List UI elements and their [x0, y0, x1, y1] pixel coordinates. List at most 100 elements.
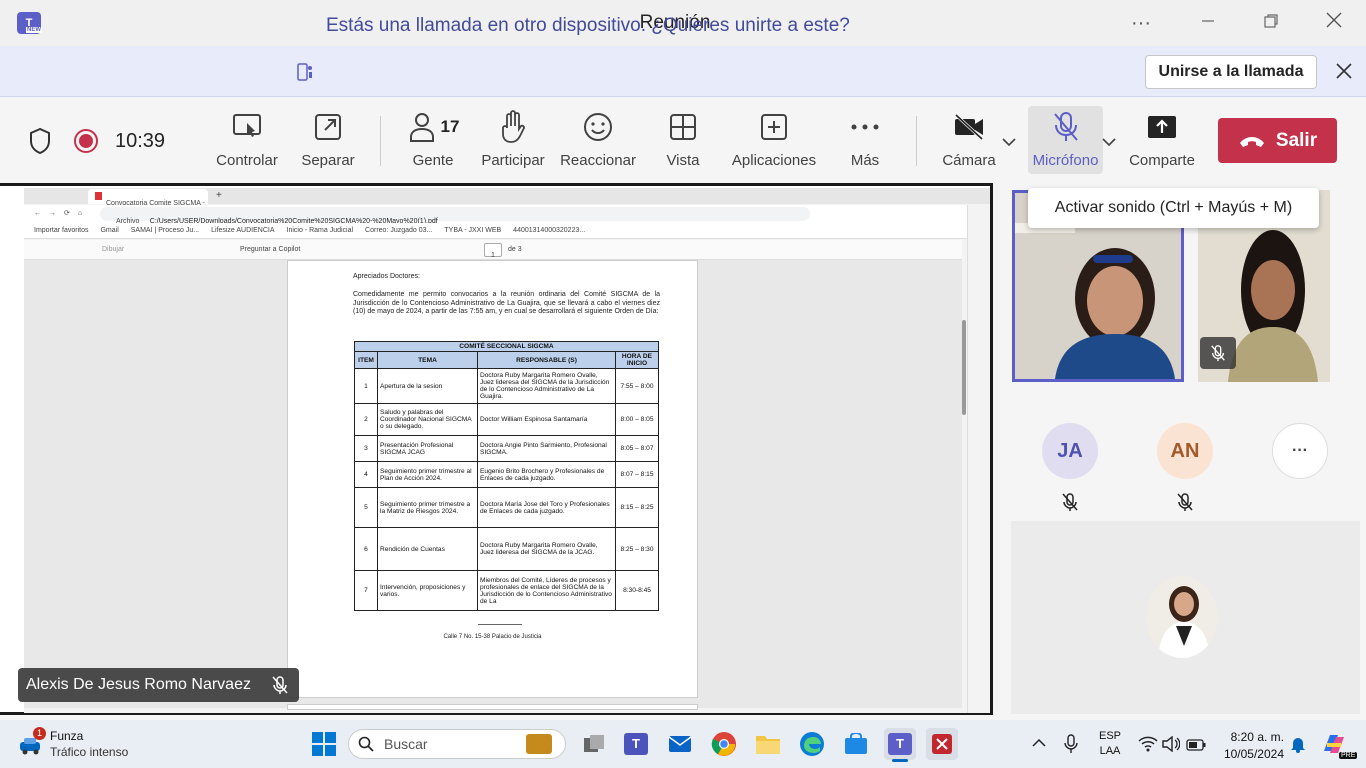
react-button[interactable]: Reaccionar [558, 108, 638, 169]
bookmark-item[interactable]: Lifesize AUDIENCIA [211, 227, 274, 234]
more-options-icon[interactable]: ··· [1121, 8, 1161, 38]
more-button[interactable]: Más [840, 108, 890, 169]
mail-icon [668, 736, 692, 752]
react-label: Reaccionar [560, 152, 636, 169]
restore-icon [1264, 14, 1278, 28]
file-explorer-button[interactable] [752, 728, 784, 760]
leave-label: Salir [1275, 129, 1318, 151]
mail-app-button[interactable] [664, 728, 696, 760]
browser-tab[interactable]: Convocatoria Comite SIGCMA - I [88, 189, 208, 225]
clock-date: 10/05/2024 [1223, 747, 1284, 761]
teams-new-app-button[interactable]: T [884, 728, 916, 760]
clock-time: 8:20 a. m. [1230, 730, 1284, 744]
minimize-button[interactable] [1188, 8, 1228, 38]
ask-copilot-button[interactable]: Preguntar a Copilot [240, 246, 300, 253]
camera-button[interactable]: Cámara [940, 108, 998, 169]
footer-line [478, 624, 522, 625]
share-button[interactable]: Comparte [1124, 108, 1200, 169]
grid-icon [658, 108, 708, 146]
bookmark-item[interactable]: Correo: Juzgado 03... [365, 227, 432, 234]
wifi-icon[interactable] [1138, 736, 1158, 757]
battery-icon[interactable] [1186, 738, 1206, 756]
start-button[interactable] [308, 728, 340, 760]
clock[interactable]: 8:20 a. m. 10/05/2024 [1214, 730, 1284, 761]
microphone-tray-icon[interactable] [1063, 734, 1079, 759]
edge-app-button[interactable] [796, 728, 828, 760]
popout-button[interactable]: Separar [298, 108, 358, 169]
restore-button[interactable] [1251, 8, 1291, 38]
bookmark-item[interactable]: SAMAI | Proceso Ju... [131, 227, 199, 234]
agenda-table: COMITÉ SECCIONAL SIGCMA ITEM TEMA RESPON… [354, 341, 659, 611]
doc-greeting: Apreciados Doctores: [353, 273, 420, 280]
page-number-input[interactable]: 1 [484, 243, 502, 259]
table-cell: 6 [354, 527, 378, 571]
browser-sidebar [967, 205, 990, 713]
new-tab-icon[interactable]: + [216, 190, 222, 201]
camera-label: Cámara [942, 152, 996, 169]
avatar-ja[interactable]: JA [1042, 423, 1098, 479]
table-cell: Saludo y palabras del Coordinador Nacion… [377, 403, 478, 436]
chrome-app-button[interactable] [708, 728, 740, 760]
avatar-an[interactable]: AN [1157, 423, 1213, 479]
view-button[interactable]: Vista [658, 108, 708, 169]
join-call-button[interactable]: Unirse a la llamada [1145, 55, 1317, 89]
bookmark-item[interactable]: TYBA - JXXI WEB [444, 227, 501, 234]
dismiss-banner-button[interactable] [1334, 61, 1354, 86]
language-indicator[interactable]: ESP LAA [1097, 730, 1123, 757]
camera-options-chevron-icon[interactable] [1001, 134, 1017, 152]
banner-message: Estás una llamada en otro dispositivo. ¿… [326, 15, 850, 36]
mic-options-chevron-icon[interactable] [1101, 134, 1117, 152]
pdf-icon [95, 192, 102, 200]
table-row: 2 Saludo y palabras del Coordinador Naci… [354, 403, 659, 436]
notifications-bell-icon[interactable] [1290, 735, 1306, 758]
table-row: 3 Presentación Profesional SIGCMA JCAG D… [354, 435, 659, 462]
table-title: COMITÉ SECCIONAL SIGCMA [354, 341, 659, 352]
weather-title[interactable]: Funza [50, 729, 83, 743]
table-cell: Presentación Profesional SIGCMA JCAG [377, 435, 478, 462]
folder-icon [756, 736, 780, 754]
doc-intro: Comedidamente me permito convocarios a l… [353, 291, 660, 315]
url-field[interactable]: Archivo C:/Users/USER/Downloads/Convocat… [100, 207, 810, 225]
people-button[interactable]: 17 Gente [403, 108, 463, 169]
toolbar-divider [916, 116, 917, 166]
apps-label: Aplicaciones [731, 152, 817, 169]
page-count: de 3 [508, 246, 522, 253]
bookmark-item[interactable]: 44001314000320223... [513, 227, 585, 234]
bookmark-item[interactable]: Inicio - Rama Judicial [287, 227, 354, 234]
shield-icon [28, 127, 52, 160]
teams-icon: T [888, 733, 912, 755]
apps-button[interactable]: Aplicaciones [727, 108, 821, 169]
more-participants-button[interactable]: ··· [1272, 423, 1328, 479]
store-icon [845, 733, 867, 754]
task-view-button[interactable] [578, 728, 610, 760]
language-code: ESP [1098, 730, 1121, 742]
leave-button[interactable]: Salir [1218, 118, 1337, 163]
table-cell: 8:07 – 8:15 [615, 461, 659, 488]
table-cell: 8:30-8:45 [615, 570, 659, 611]
teams-app-button[interactable]: T [620, 728, 652, 760]
table-cell: Miembros del Comité, Líderes de procesos… [477, 570, 616, 611]
raise-hand-button[interactable]: Participar [478, 108, 548, 169]
control-label: Controlar [216, 152, 278, 169]
table-header: TEMA [377, 351, 478, 369]
bookmark-item[interactable]: Gmail [100, 227, 118, 234]
popout-icon [298, 108, 358, 146]
draw-button[interactable]: Dibujar [102, 246, 124, 253]
show-hidden-icons-chevron-icon[interactable] [1031, 736, 1047, 754]
mic-off-icon [1175, 492, 1195, 517]
bookmark-item[interactable]: Importar favoritos [34, 227, 88, 234]
nav-arrows-icon[interactable]: ←→⟳⌂ [34, 209, 90, 217]
recording-icon [73, 128, 99, 159]
table-cell: 4 [354, 461, 378, 488]
people-count: 17 [440, 117, 460, 136]
pdf-scrollbar[interactable] [962, 320, 966, 415]
table-cell: 8:25 – 8:30 [615, 527, 659, 571]
volume-icon[interactable] [1162, 735, 1181, 757]
control-button[interactable]: Controlar [212, 108, 282, 169]
store-app-button[interactable] [840, 728, 872, 760]
snipping-tool-button[interactable] [926, 728, 958, 760]
hang-up-icon [1239, 136, 1264, 147]
close-button[interactable] [1314, 8, 1354, 38]
microphone-button[interactable]: Micrófono [1028, 108, 1103, 169]
share-icon [1124, 108, 1200, 146]
